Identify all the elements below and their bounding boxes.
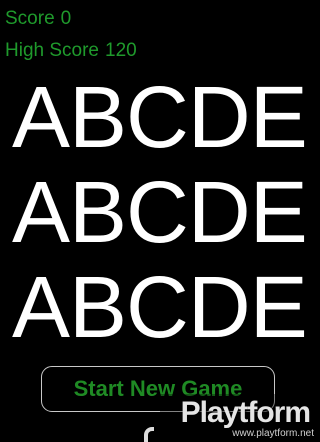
high-score-label: High Score (5, 40, 99, 61)
letter-row-3[interactable]: ABCDE (12, 260, 320, 355)
high-score-display: High Score 120 (5, 40, 137, 62)
score-value: 0 (60, 8, 72, 29)
score-label: Score (5, 8, 55, 29)
watermark-logo: Playtform (180, 396, 311, 429)
letter-row-2[interactable]: ABCDE (12, 165, 320, 260)
letter-row-3-text[interactable]: ABCDE (12, 260, 308, 355)
letter-row-1[interactable]: ABCDE (12, 70, 320, 165)
watermark-hook-icon (144, 427, 154, 442)
watermark: Playtform www.playtform.net (160, 394, 320, 442)
high-score-value: 120 (105, 40, 137, 61)
watermark-url: www.playtform.net (232, 428, 314, 439)
letter-row-1-text[interactable]: ABCDE (12, 70, 308, 165)
letter-row-2-text[interactable]: ABCDE (12, 165, 308, 260)
score-display: Score 0 (5, 8, 71, 30)
